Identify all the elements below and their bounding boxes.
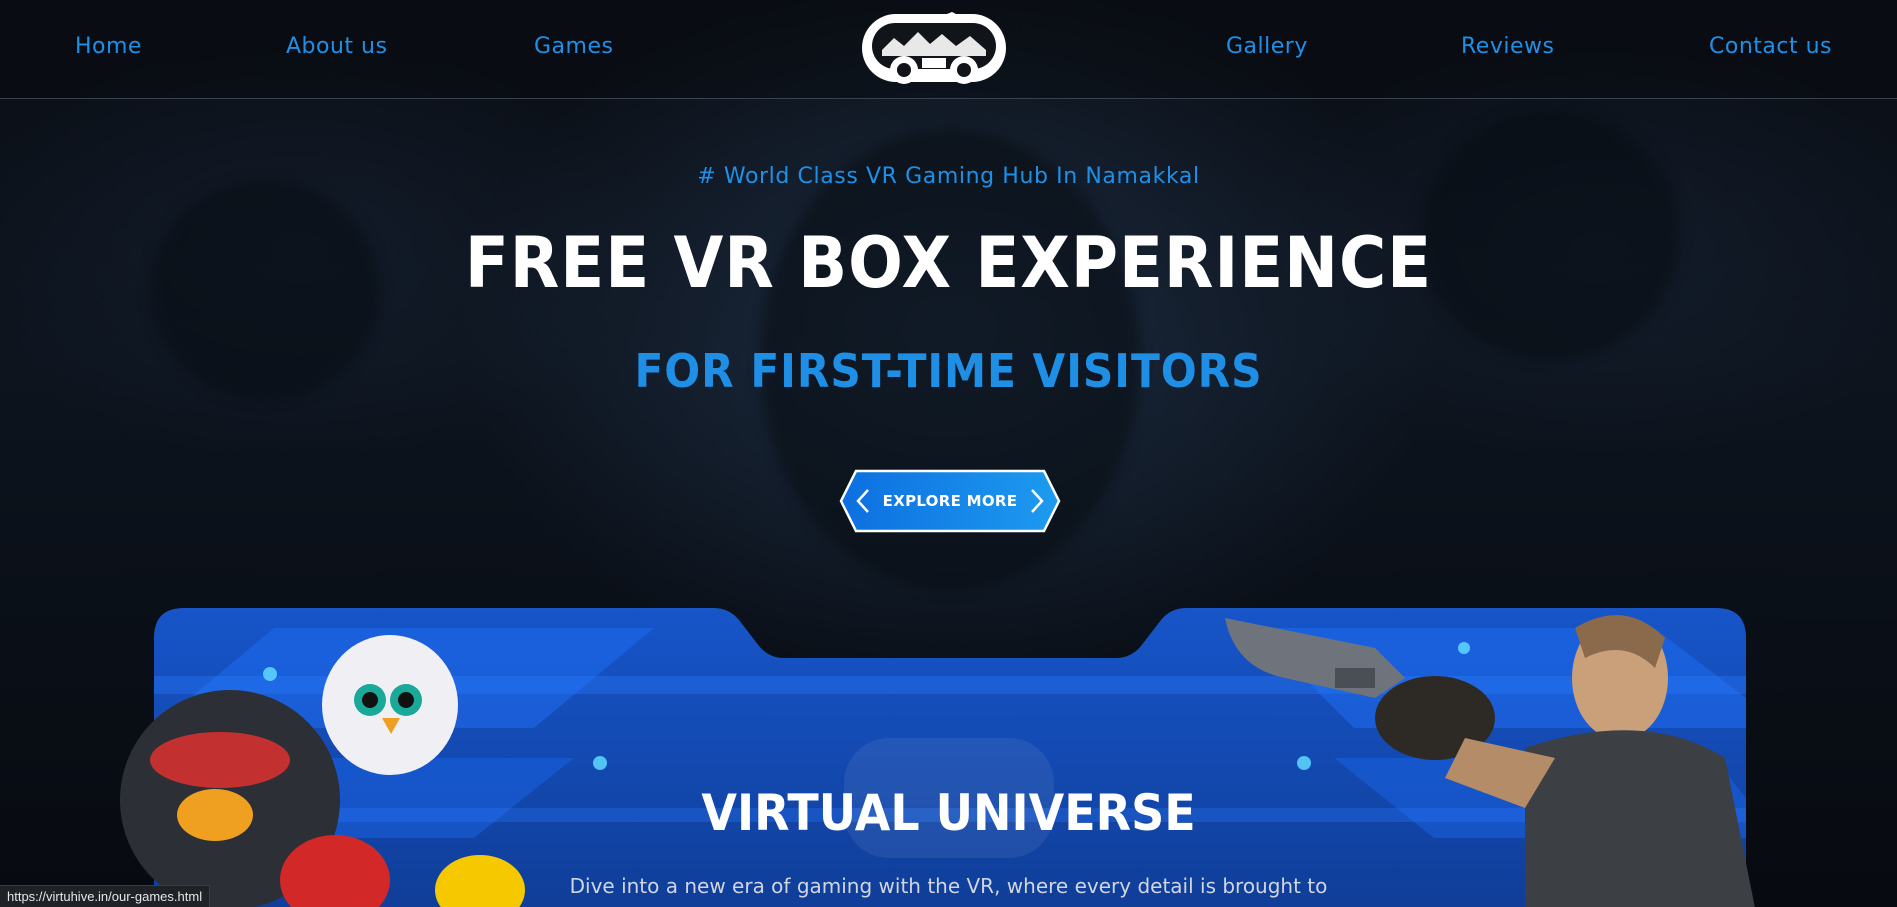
site-header: Home About us Games Gallery Reviews Cont… — [0, 0, 1897, 99]
hero-tagline: # World Class VR Gaming Hub In Namakkal — [697, 164, 1200, 189]
vr-headset-logo-icon[interactable] — [860, 10, 1008, 86]
section-description: Dive into a new era of gaming with the V… — [569, 874, 1328, 898]
explore-more-label: EXPLORE MORE — [882, 492, 1018, 510]
section-title: VIRTUAL UNIVERSE — [701, 784, 1196, 842]
explore-more-button[interactable]: EXPLORE MORE — [838, 468, 1062, 534]
nav-home[interactable]: Home — [75, 34, 142, 59]
nav-reviews[interactable]: Reviews — [1461, 34, 1554, 59]
nav-gallery[interactable]: Gallery — [1226, 34, 1308, 59]
page: Home About us Games Gallery Reviews Cont… — [0, 0, 1897, 907]
nav-games[interactable]: Games — [534, 34, 613, 59]
angry-birds-characters — [120, 635, 525, 907]
soldier-character — [1225, 615, 1755, 907]
nav-contact-us[interactable]: Contact us — [1709, 34, 1832, 59]
hero-subtitle: FOR FIRST-TIME VISITORS — [634, 344, 1263, 398]
nav-about-us[interactable]: About us — [286, 34, 387, 59]
hero-title: FREE VR BOX EXPERIENCE — [464, 222, 1433, 304]
status-bar-url: https://virtuhive.in/our-games.html — [0, 885, 211, 907]
